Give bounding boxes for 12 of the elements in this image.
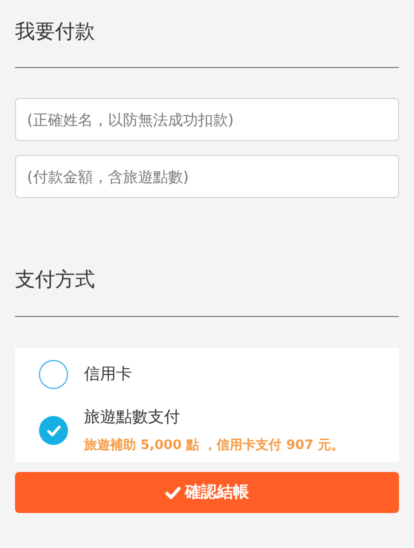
check-icon	[165, 484, 181, 500]
checkout-button[interactable]: 確認結帳	[15, 472, 399, 513]
payment-note: 旅遊補助 5,000 點 ，信用卡支付 907 元。	[84, 436, 344, 454]
option-label: 信用卡	[84, 364, 132, 385]
input-field[interactable]: (付款金額，含旅遊點數)	[15, 155, 399, 198]
check-icon	[46, 424, 60, 438]
section-title: 支付方式	[15, 266, 96, 293]
radio-button[interactable]	[39, 416, 68, 445]
page-title: 我要付款	[15, 18, 96, 45]
radio-button[interactable]	[39, 360, 68, 389]
input-field[interactable]: (正確姓名，以防無法成功扣款)	[15, 98, 399, 141]
option-label: 旅遊點數支付	[84, 407, 181, 428]
